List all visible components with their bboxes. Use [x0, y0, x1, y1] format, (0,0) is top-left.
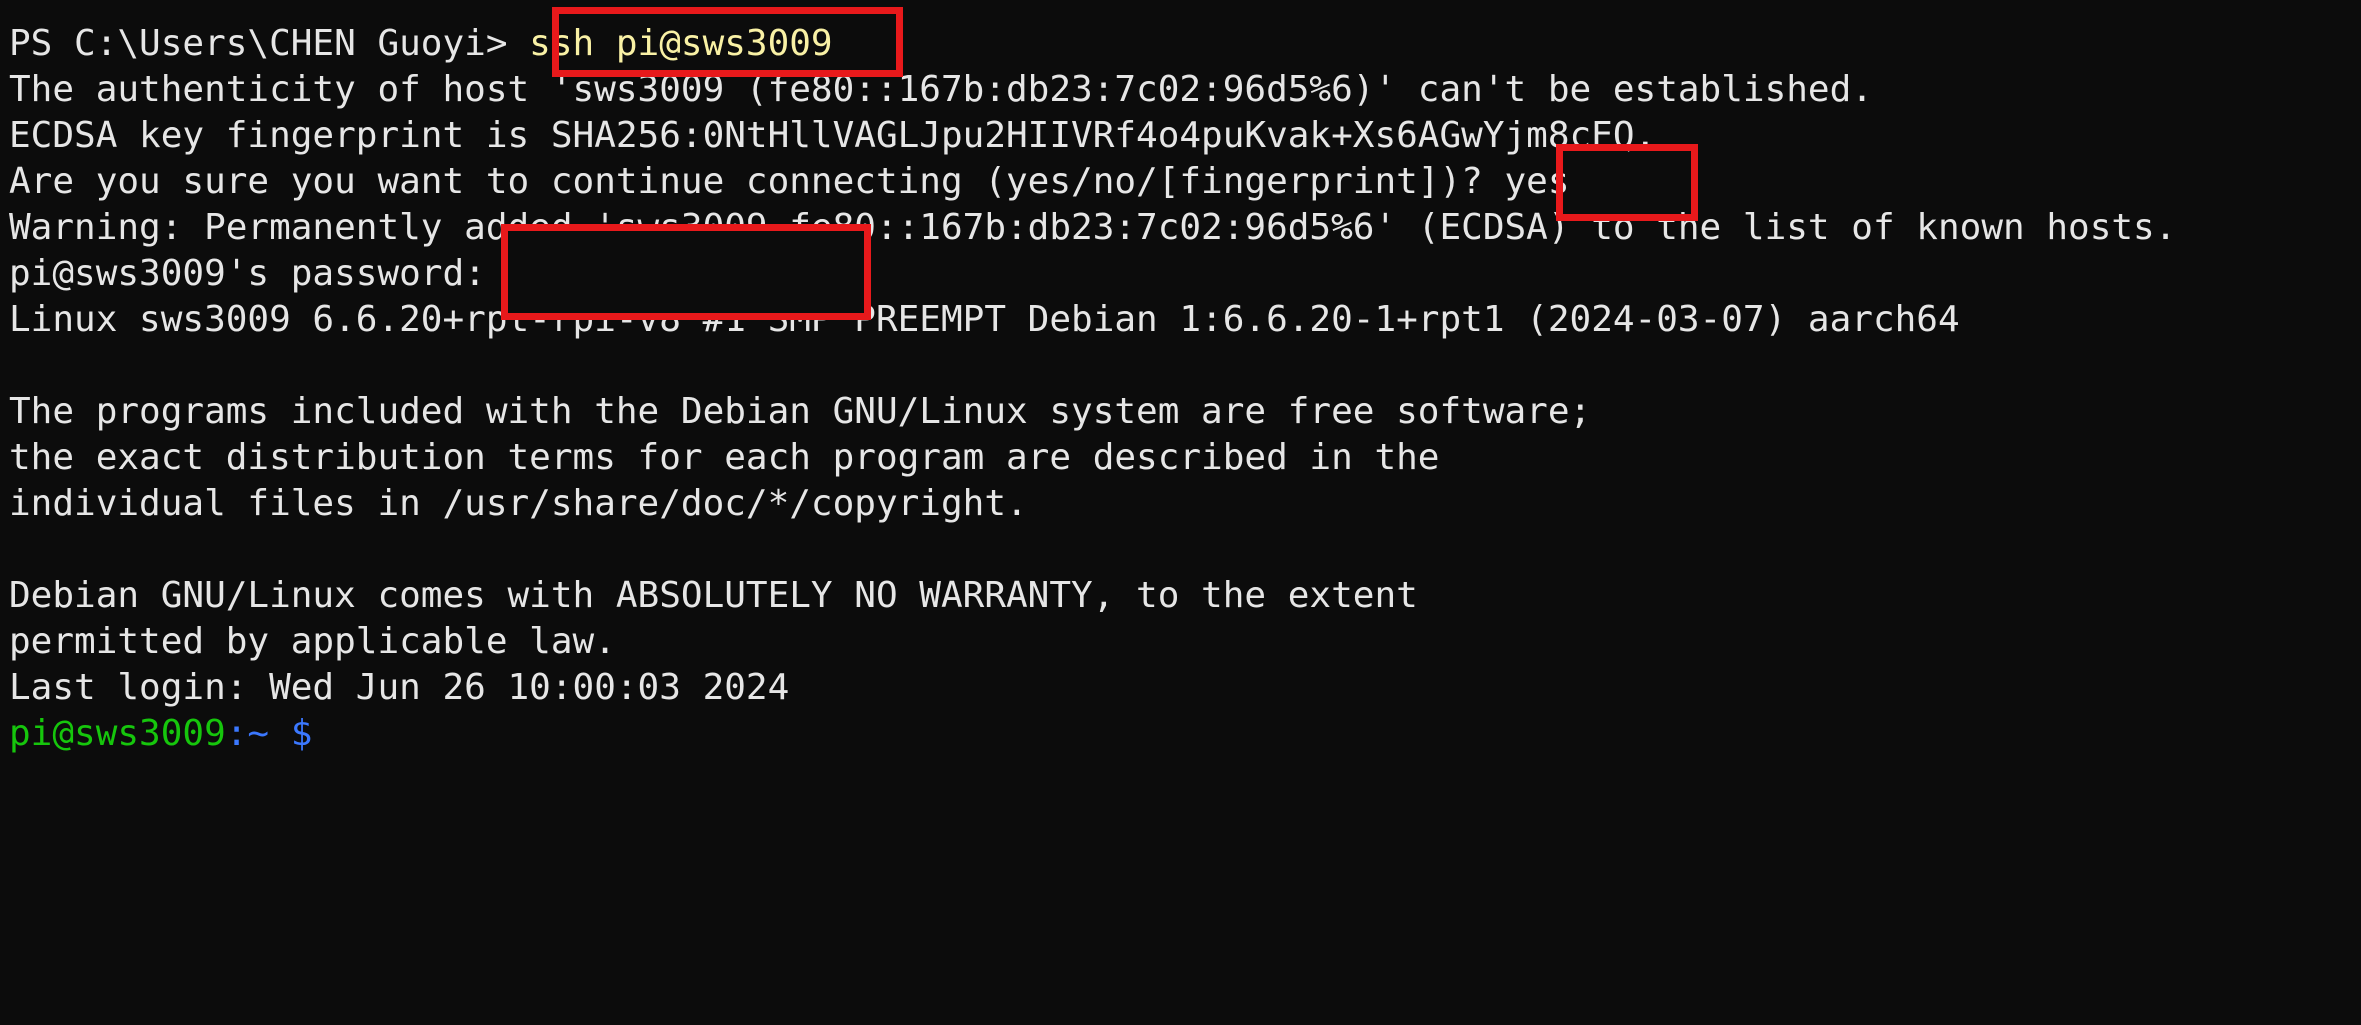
shell-prompt[interactable]: pi@sws3009:~ $: [9, 711, 333, 757]
annotation-box-ssh-command: [552, 7, 903, 77]
terminal-line: The programs included with the Debian GN…: [9, 391, 1592, 432]
terminal-line: Linux sws3009 6.6.20+rpt-rpi-v8 #1 SMP P…: [9, 299, 1960, 340]
terminal-line: ECDSA key fingerprint is SHA256:0NtHllVA…: [9, 115, 1657, 156]
terminal-line: Last login: Wed Jun 26 10:00:03 2024: [9, 667, 790, 708]
text-cursor: [312, 715, 333, 755]
terminal-window[interactable]: PS C:\Users\CHEN Guoyi> ssh pi@sws3009 T…: [0, 0, 2361, 786]
prompt-symbol: $: [269, 713, 313, 754]
terminal-line: The authenticity of host 'sws3009 (fe80:…: [9, 69, 1873, 110]
confirm-question: Are you sure you want to continue connec…: [9, 161, 1505, 202]
annotation-box-password-redacted: [501, 224, 871, 320]
terminal-line: Debian GNU/Linux comes with ABSOLUTELY N…: [9, 575, 1418, 616]
prompt-path: :~: [225, 713, 270, 754]
terminal-line-confirm: Are you sure you want to continue connec…: [9, 159, 1570, 205]
annotation-box-yes-answer: [1556, 144, 1698, 221]
terminal-line: Warning: Permanently added 'sws3009,fe80…: [9, 207, 2177, 248]
password-prompt: pi@sws3009's password:: [9, 253, 486, 294]
prompt-user-host: pi@sws3009: [9, 713, 226, 754]
terminal-line: individual files in /usr/share/doc/*/cop…: [9, 483, 1028, 524]
powershell-prompt: PS C:\Users\CHEN Guoyi>: [9, 23, 530, 64]
terminal-line: permitted by applicable law.: [9, 621, 616, 662]
terminal-line: the exact distribution terms for each pr…: [9, 437, 1440, 478]
